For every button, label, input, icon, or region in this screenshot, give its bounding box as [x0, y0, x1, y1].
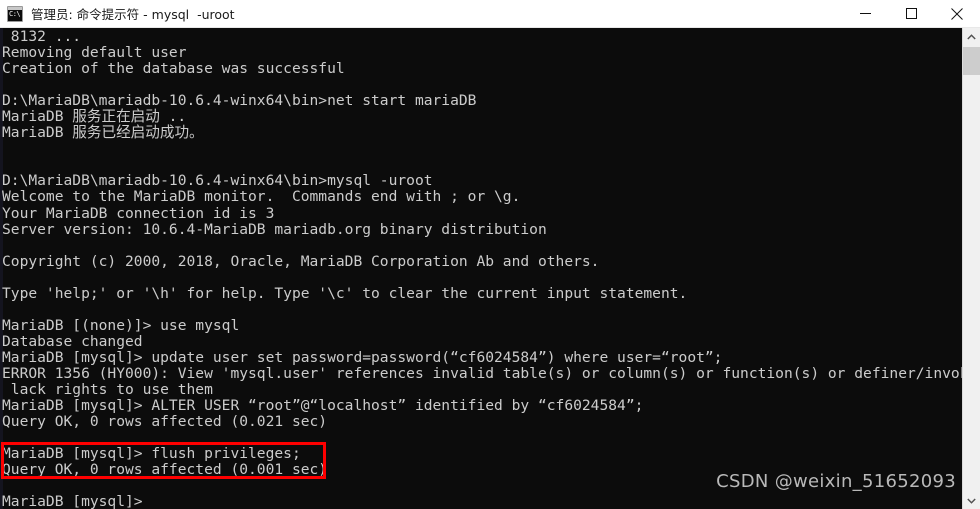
- console-line: Copyright (c) 2000, 2018, Oracle, MariaD…: [2, 252, 600, 270]
- console-line: Welcome to the MariaDB monitor. Commands…: [2, 188, 521, 206]
- console-line: lack rights to use them: [2, 381, 213, 399]
- console-line: MariaDB 服务已经启动成功。: [2, 124, 204, 142]
- scroll-up-arrow-icon[interactable]: [963, 28, 980, 45]
- scroll-thumb[interactable]: [963, 47, 980, 75]
- console-line: Database changed: [2, 332, 143, 350]
- console-line: MariaDB [mysql]>: [2, 493, 143, 509]
- console-line: Query OK, 0 rows affected (0.021 sec): [2, 413, 328, 431]
- window-controls: [842, 0, 980, 28]
- console-lines: 8132 ... Removing default user Creation of…: [2, 28, 962, 509]
- console-line: MariaDB [mysql]> ALTER USER “root”@“loca…: [2, 397, 644, 415]
- console-line: MariaDB [mysql]> update user set passwor…: [2, 348, 723, 366]
- cmd-icon: C:\: [7, 5, 23, 22]
- console-line: 8132 ...: [2, 28, 82, 45]
- console-line: MariaDB [mysql]> flush privileges;: [2, 445, 301, 463]
- console-line: MariaDB 服务正在启动 ..: [2, 108, 187, 126]
- minimize-button[interactable]: [842, 0, 888, 28]
- close-button[interactable]: [934, 0, 980, 28]
- console-line: Your MariaDB connection id is 3: [2, 204, 275, 222]
- console-line: Creation of the database was successful: [2, 60, 345, 78]
- scroll-down-arrow-icon[interactable]: [963, 492, 980, 509]
- console-line: D:\MariaDB\mariadb-10.6.4-winx64\bin>mys…: [2, 172, 433, 190]
- console-line: D:\MariaDB\mariadb-10.6.4-winx64\bin>net…: [2, 92, 477, 110]
- console-line: MariaDB [(none)]> use mysql: [2, 316, 240, 334]
- console-line: Removing default user: [2, 44, 187, 62]
- csdn-watermark: CSDN @weixin_51652093: [716, 471, 956, 492]
- console-line: ERROR 1356 (HY000): View 'mysql.user' re…: [2, 364, 962, 382]
- console-line: Type 'help;' or '\h' for help. Type '\c'…: [2, 284, 688, 302]
- maximize-button[interactable]: [888, 0, 934, 28]
- cmd-icon-label: C:\: [9, 9, 21, 18]
- vertical-scrollbar[interactable]: [962, 28, 980, 509]
- terminal-output-area[interactable]: 8132 ... Removing default user Creation of…: [0, 28, 962, 509]
- console-line: Server version: 10.6.4-MariaDB mariadb.o…: [2, 220, 547, 238]
- title-bar[interactable]: C:\ 管理员: 命令提示符 - mysql -uroot: [0, 0, 980, 28]
- window-title: 管理员: 命令提示符 - mysql -uroot: [31, 7, 235, 22]
- cmd-window: C:\ 管理员: 命令提示符 - mysql -uroot 8132 ... R…: [0, 0, 980, 509]
